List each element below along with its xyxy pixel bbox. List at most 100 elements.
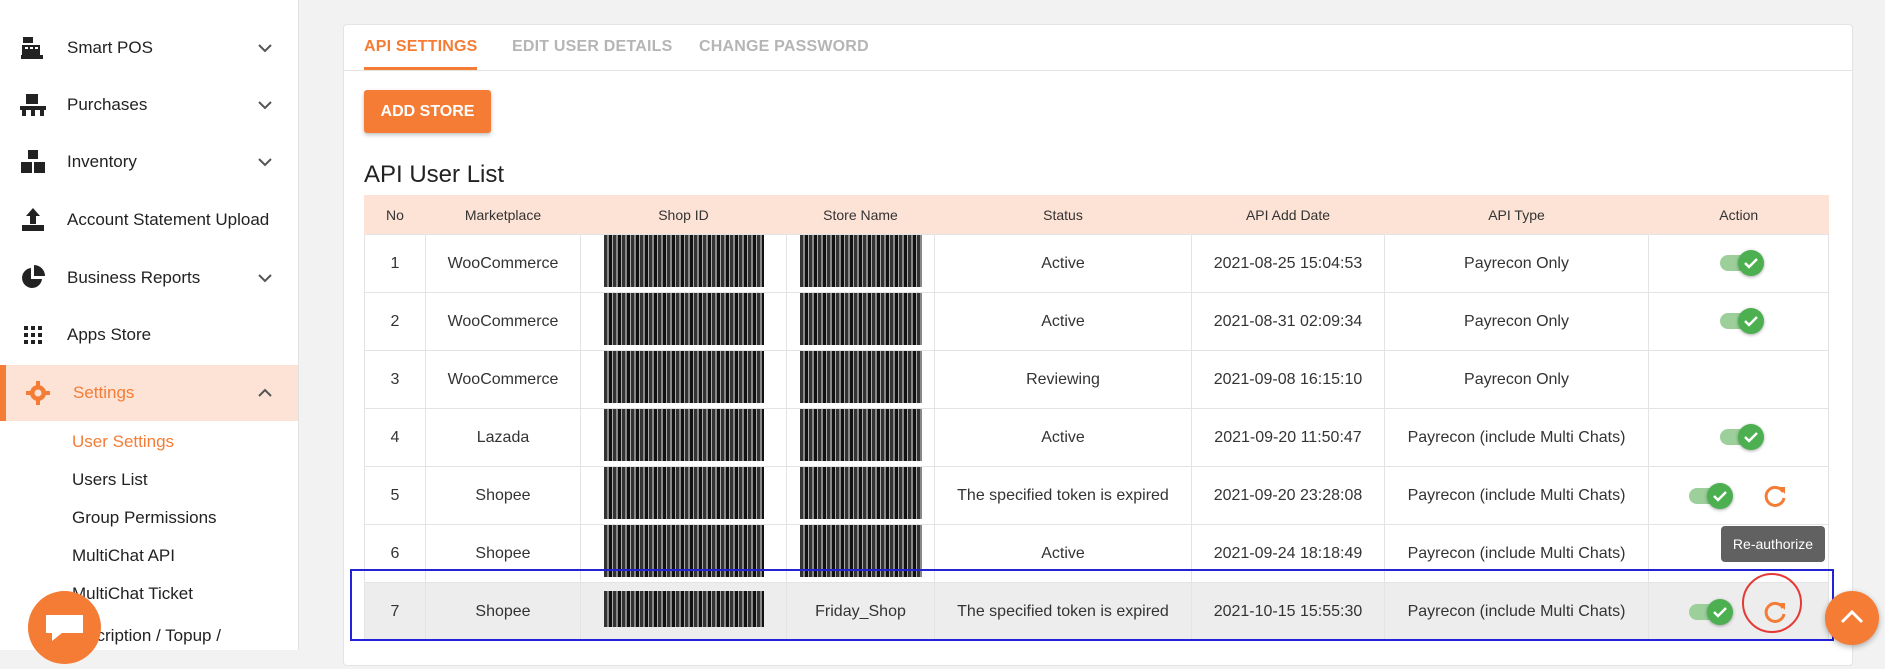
sidebar-item-label: Account Statement Upload [67, 210, 270, 229]
sidebar-item-smart-pos[interactable]: Smart POS [0, 20, 298, 76]
row-date: 2021-08-31 02:09:34 [1191, 292, 1385, 351]
sidebar-item-label: Apps Store [67, 325, 152, 344]
sidebar: Smart POS Purchases Inventory Account St… [0, 0, 299, 664]
row-marketplace: WooCommerce [425, 234, 581, 293]
active-toggle[interactable] [1719, 308, 1764, 335]
subnav-group-permissions[interactable]: Group Permissions [72, 508, 217, 528]
table-row: 2 WooCommerce Active 2021-08-31 02:09:34… [364, 292, 1829, 351]
row-actions [1648, 408, 1829, 467]
row-date: 2021-09-20 23:28:08 [1191, 466, 1385, 525]
chevron-up-icon [258, 388, 272, 397]
column-header: Marketplace [425, 195, 581, 235]
sidebar-item-label: Purchases [67, 95, 148, 114]
row-status: Active [934, 292, 1192, 351]
redacted-store-name [786, 408, 935, 467]
register-icon [21, 37, 43, 59]
row-status: Active [934, 408, 1192, 467]
table-row: 5 Shopee The specified token is expired … [364, 466, 1829, 525]
row-date: 2021-09-20 11:50:47 [1191, 408, 1385, 467]
subnav-subscription-topup[interactable]: scription / Topup / [88, 626, 221, 646]
row-api-type: Payrecon Only [1384, 292, 1649, 351]
redacted-shop-id [580, 292, 787, 351]
chat-icon [46, 615, 83, 641]
sidebar-item-account-statement-upload[interactable]: Account Statement Upload [0, 192, 298, 248]
pallet-icon [20, 94, 46, 116]
redacted-store-name [786, 466, 935, 525]
active-toggle[interactable] [1719, 250, 1764, 277]
row-no: 4 [364, 408, 426, 467]
row-marketplace: WooCommerce [425, 350, 581, 409]
sidebar-item-apps-store[interactable]: Apps Store [0, 307, 298, 363]
check-icon [1707, 482, 1734, 509]
column-header: API Add Date [1191, 195, 1385, 235]
row-marketplace: Shopee [425, 466, 581, 525]
add-store-button[interactable]: ADD STORE [364, 90, 491, 133]
row-no: 1 [364, 234, 426, 293]
table-header-row: No Marketplace Shop ID Store Name Status… [364, 195, 1829, 235]
subnav-users-list[interactable]: Users List [72, 470, 148, 490]
active-tab-indicator [364, 67, 477, 70]
column-header: Action [1648, 195, 1829, 235]
tab-edit-user-details[interactable]: EDIT USER DETAILS [512, 38, 672, 56]
gear-icon [26, 381, 50, 405]
row-status: Reviewing [934, 350, 1192, 409]
chevron-down-icon [258, 44, 272, 53]
row-date: 2021-09-08 16:15:10 [1191, 350, 1385, 409]
row-no: 5 [364, 466, 426, 525]
redacted-store-name [786, 292, 935, 351]
live-chat-button[interactable] [28, 591, 101, 664]
column-header: API Type [1384, 195, 1649, 235]
sidebar-item-label: Smart POS [67, 38, 153, 57]
sidebar-item-settings[interactable]: Settings [0, 365, 298, 421]
reauthorize-tooltip: Re-authorize [1721, 526, 1825, 562]
check-icon [1737, 250, 1764, 277]
redacted-shop-id [580, 466, 787, 525]
subnav-user-settings[interactable]: User Settings [72, 432, 174, 452]
redacted-shop-id [580, 350, 787, 409]
table-row: 4 Lazada Active 2021-09-20 11:50:47 Payr… [364, 408, 1829, 467]
redacted-shop-id [580, 234, 787, 293]
row-date: 2021-08-25 15:04:53 [1191, 234, 1385, 293]
row-no: 3 [364, 350, 426, 409]
chevron-down-icon [258, 274, 272, 283]
chevron-up-icon [1840, 609, 1864, 624]
sidebar-item-purchases[interactable]: Purchases [0, 77, 298, 133]
row-api-type: Payrecon Only [1384, 350, 1649, 409]
sidebar-item-label: Inventory [67, 152, 137, 171]
grid-icon [24, 326, 42, 344]
active-toggle[interactable] [1719, 424, 1764, 451]
sidebar-item-inventory[interactable]: Inventory [0, 134, 298, 190]
table-row: 1 WooCommerce Active 2021-08-25 15:04:53… [364, 234, 1829, 293]
subnav-multichat-api[interactable]: MultiChat API [72, 546, 175, 566]
column-header: No [364, 195, 426, 235]
column-header: Status [934, 195, 1192, 235]
table-row: 3 WooCommerce Reviewing 2021-09-08 16:15… [364, 350, 1829, 409]
row-api-type: Payrecon (include Multi Chats) [1384, 466, 1649, 525]
chevron-down-icon [258, 158, 272, 167]
pie-chart-icon [22, 265, 45, 288]
tab-api-settings[interactable]: API SETTINGS [364, 38, 478, 56]
column-header: Store Name [786, 195, 935, 235]
check-icon [1737, 308, 1764, 335]
upload-icon [22, 208, 44, 231]
boxes-icon [21, 150, 45, 173]
refresh-icon[interactable] [1762, 483, 1788, 509]
redacted-shop-id [580, 408, 787, 467]
scroll-top-button[interactable] [1825, 591, 1879, 645]
section-title: API User List [364, 161, 505, 188]
chevron-down-icon [258, 101, 272, 110]
row-actions [1648, 292, 1829, 351]
row-api-type: Payrecon (include Multi Chats) [1384, 408, 1649, 467]
row-actions [1648, 234, 1829, 293]
sidebar-item-label: Business Reports [67, 268, 201, 287]
sidebar-item-label: Settings [73, 383, 135, 402]
active-toggle[interactable] [1689, 482, 1734, 509]
column-header: Shop ID [580, 195, 787, 235]
tab-change-password[interactable]: CHANGE PASSWORD [699, 38, 869, 56]
redacted-store-name [786, 350, 935, 409]
row-status: Active [934, 234, 1192, 293]
row-no: 2 [364, 292, 426, 351]
row-marketplace: WooCommerce [425, 292, 581, 351]
row-marketplace: Lazada [425, 408, 581, 467]
sidebar-item-business-reports[interactable]: Business Reports [0, 250, 298, 306]
